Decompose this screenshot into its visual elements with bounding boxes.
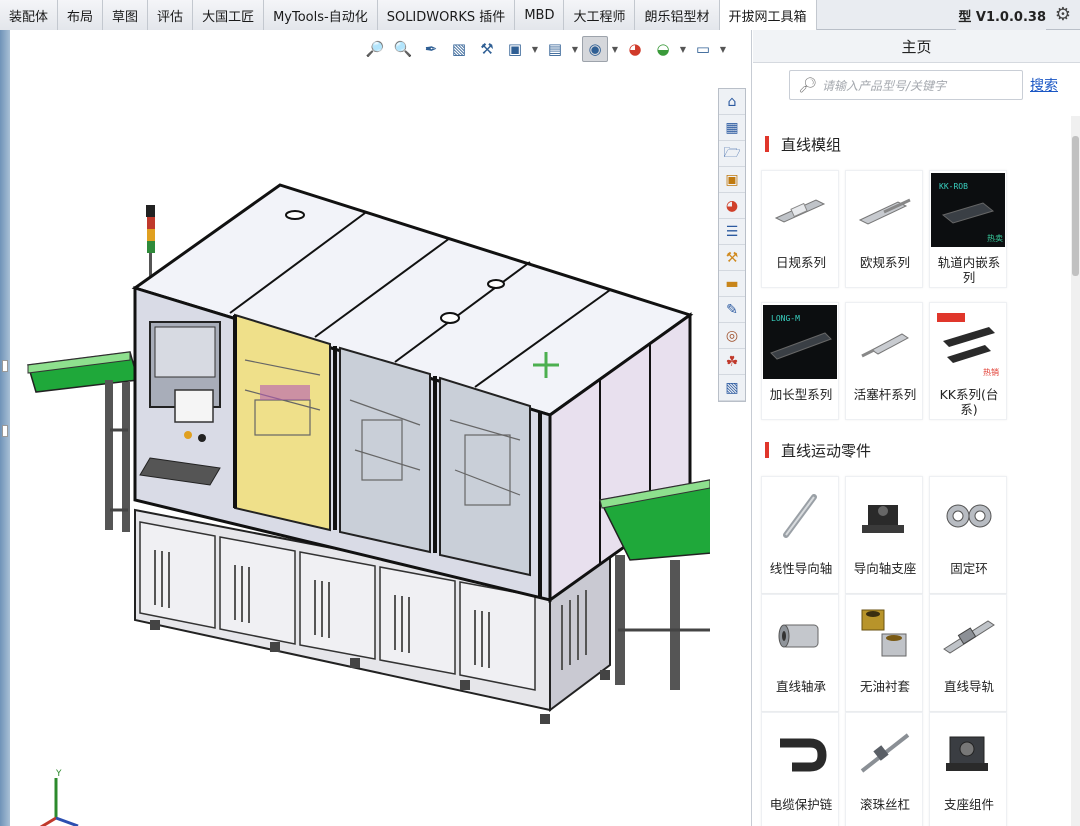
toolbox-icon[interactable]: ⚒ [719,245,745,271]
properties-list-icon[interactable]: ☰ [719,219,745,245]
palette-icon[interactable]: ▧ [719,375,745,401]
section-marker [765,136,769,152]
view-palette-icon[interactable]: ◎ [719,323,745,349]
ribbon-tab[interactable]: 开拔网工具箱 [719,0,817,30]
product-card-piston-rod[interactable]: 活塞杆系列 [845,302,923,420]
cable-chain-thumbnail [763,715,837,789]
product-card-guide-shaft[interactable]: 线性导向轴 [761,476,839,594]
ribbon-tab[interactable]: SOLIDWORKS 插件 [377,0,516,30]
plugin-version-label: 型 V1.0.0.38 [956,0,1046,30]
linear-guide-thumbnail [931,597,1005,671]
product-card-shaft-support[interactable]: 导向轴支座 [845,476,923,594]
search-input[interactable] [822,75,1018,97]
ribbon-tab[interactable]: 朗乐铝型材 [635,0,720,30]
file-explorer-icon[interactable]: ▬ [719,271,745,297]
linear-module-thumbnail [763,173,837,247]
kk-module-thumbnail: 热销 [931,305,1005,379]
search-icon: 🔎︎ [798,76,818,94]
product-card-embedded-rail[interactable]: KK-ROB 热卖 轨道内嵌系列 [929,170,1007,288]
scrollbar-thumb[interactable] [1072,136,1079,276]
product-card-fixing-ring[interactable]: 固定环 [929,476,1007,594]
panel-title: 主页 [753,30,1080,63]
guide-shaft-thumbnail [763,479,837,553]
search-button[interactable]: 搜索 [1030,75,1058,95]
fixing-ring-thumbnail [931,479,1005,553]
svg-text:热销: 热销 [983,367,999,377]
left-conveyor [27,351,139,532]
product-card-linear-guide[interactable]: 直线导轨 [929,594,1007,712]
toolbox-task-panel: 主页 🔎︎ 搜索 直线模组 日规系列 欧规系列 [753,30,1080,826]
ball-screw-thumbnail [847,715,921,789]
panel-scrollbar[interactable] [1071,116,1080,826]
section-title: 直线模组 [781,136,842,154]
product-card-support-unit[interactable]: 支座组件 [929,712,1007,826]
home-icon[interactable]: ⌂ [719,89,745,115]
product-card-ri-gui[interactable]: 日规系列 [761,170,839,288]
product-card-ou-gui[interactable]: 欧规系列 [845,170,923,288]
chevron-down-icon[interactable]: ▼ [718,36,728,62]
ribbon-tab[interactable]: 评估 [148,0,194,30]
left-edge-strip [0,30,10,826]
task-pane-tab-strip: ⌂ ▦ 🗁 ▣ ◕ ☰ ⚒ ▬ ✎ ◎ ☘ ▧ [718,88,746,402]
svg-text:KK-ROB: KK-ROB [939,182,968,191]
ribbon-tab[interactable]: 大国工匠 [193,0,265,30]
product-card-ball-screw[interactable]: 滚珠丝杠 [845,712,923,826]
svg-text:LONG-M: LONG-M [771,314,800,323]
collapse-handle[interactable] [2,360,8,372]
appearances-icon[interactable]: ◕ [719,193,745,219]
embedded-rail-thumbnail: KK-ROB 热卖 [931,173,1005,247]
ribbon-tab[interactable]: MBD [515,0,565,30]
oilless-bushing-thumbnail [847,597,921,671]
assembly-3d-model[interactable] [10,30,710,826]
gear-icon[interactable]: ⚙ [1052,5,1074,25]
piston-rod-thumbnail [847,305,921,379]
svg-text:热卖: 热卖 [987,233,1003,243]
collapse-handle[interactable] [2,425,8,437]
right-conveyor [598,479,710,690]
ribbon-tab-bar: 装配体 布局 草图 评估 大国工匠 MyTools-自动化 SOLIDWORKS 插件 MBD… [0,0,1080,30]
ribbon-tab[interactable]: 草图 [103,0,149,30]
linear-module-screw-thumbnail [847,173,921,247]
product-card-extended[interactable]: LONG-M 加长型系列 [761,302,839,420]
product-card-linear-bearing[interactable]: 直线轴承 [761,594,839,712]
3d-parts-icon[interactable]: ▦ [719,115,745,141]
product-card-oilless-bushing[interactable]: 无油衬套 [845,594,923,712]
graphics-viewport[interactable]: 🔎 🔍 ✒ ▧ ⚒ ▣ ▼ ▤ ▼ ◉ ▼ ◕ ◒ ▼ ▭ ▼ ⌂ ▦ 🗁 ▣ … [10,30,752,826]
long-module-thumbnail: LONG-M [763,305,837,379]
shaft-support-thumbnail [847,479,921,553]
product-card-cable-chain[interactable]: 电缆保护链 [761,712,839,826]
design-library-icon[interactable]: ▣ [719,167,745,193]
decals-icon[interactable]: ☘ [719,349,745,375]
search-box[interactable]: 🔎︎ [789,70,1023,100]
section-title: 直线运动零件 [781,442,872,460]
ribbon-tab[interactable]: 布局 [58,0,104,30]
search-row: 🔎︎ 搜索 [789,70,1079,100]
ribbon-tab[interactable]: 装配体 [0,0,59,30]
open-folder-icon[interactable]: 🗁 [719,141,745,167]
ribbon-tab[interactable]: 大工程师 [564,0,636,30]
product-card-kk-series[interactable]: 热销 KK系列(台系) [929,302,1007,420]
support-unit-thumbnail [931,715,1005,789]
svg-text:Y: Y [55,769,62,779]
custom-properties-icon[interactable]: ✎ [719,297,745,323]
section-marker [765,442,769,458]
linear-bearing-thumbnail [763,597,837,671]
ribbon-tab[interactable]: MyTools-自动化 [264,0,378,30]
coordinate-triad: Y X Z [39,769,79,826]
